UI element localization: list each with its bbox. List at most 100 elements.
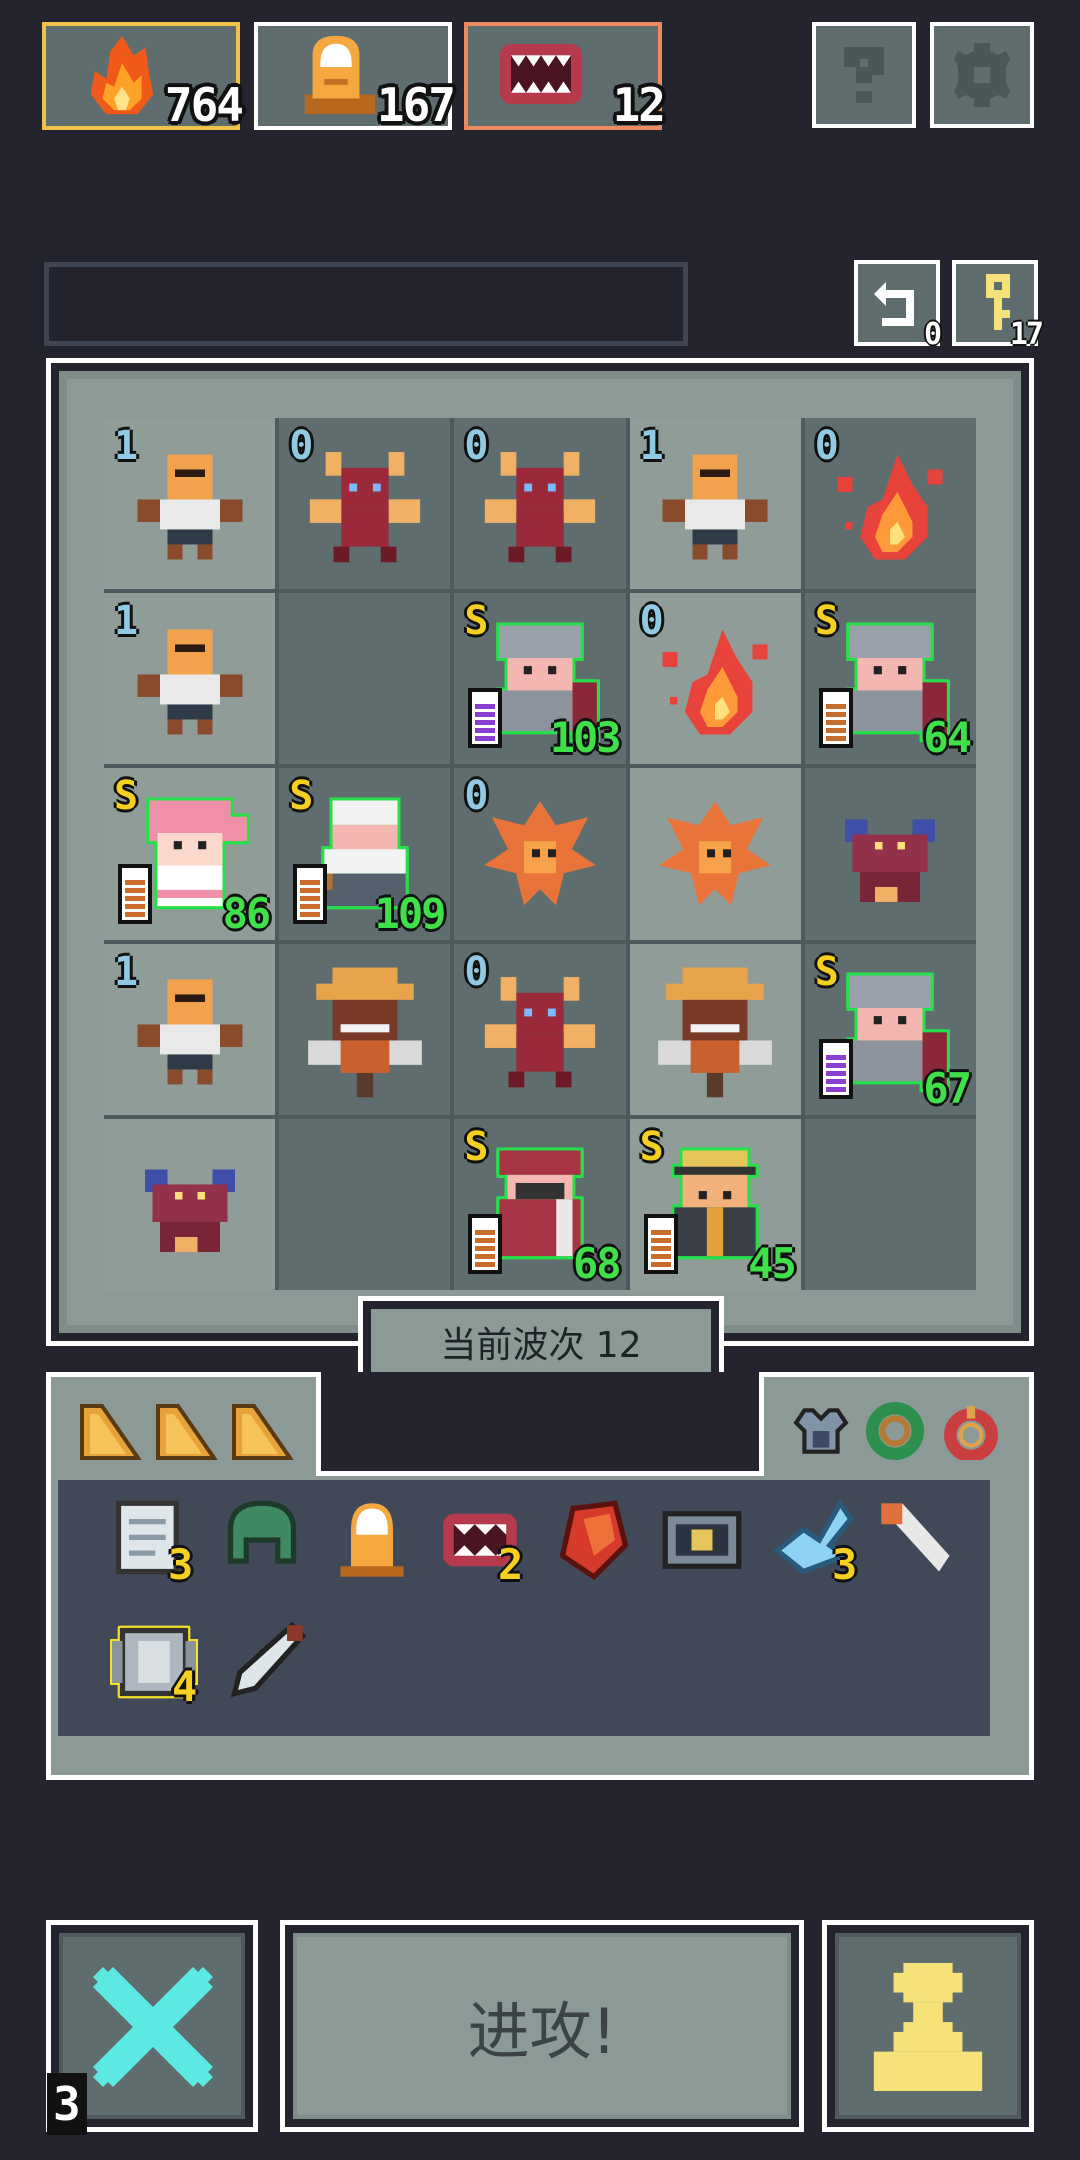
red-gem-icon[interactable] — [552, 1498, 636, 1582]
cancel-count: 3 — [47, 2073, 87, 2135]
blade-icon[interactable] — [224, 1620, 308, 1704]
undo-icon — [874, 282, 914, 326]
unit-level: 1 — [114, 948, 139, 995]
unit-hp: 68 — [573, 1238, 622, 1288]
grid-cell-old-chef[interactable]: S 109 — [279, 768, 451, 940]
grid-cell-helmet-knight[interactable]: S 103 — [454, 593, 626, 765]
help-button[interactable] — [812, 22, 916, 128]
grid-cell-flame-bird[interactable]: 0 — [454, 768, 626, 940]
unit-hp: 64 — [923, 713, 972, 763]
unit-level: 1 — [114, 423, 139, 469]
red-ring-icon[interactable] — [942, 1402, 1000, 1460]
crossed-swords-icon — [93, 1967, 213, 2087]
grid-cell-helmet-knight[interactable]: S 64 — [804, 593, 976, 765]
unit-hp: 86 — [222, 888, 272, 938]
grid-cell-empty[interactable] — [804, 1118, 976, 1290]
grid-cell-flame-bird[interactable] — [629, 768, 801, 940]
finger-icon[interactable] — [330, 1498, 414, 1582]
resource-finger: 167 — [254, 22, 456, 132]
fire-spirit-sprite — [655, 622, 775, 746]
inventory-notch — [316, 1372, 764, 1476]
grid-cell-horned-imp[interactable]: 0 — [454, 943, 626, 1115]
cheese-icon[interactable] — [154, 1402, 218, 1466]
grid-cell-fire-spirit[interactable]: 0 — [629, 593, 801, 765]
unit-level: S — [289, 773, 314, 820]
cheese-icon[interactable] — [78, 1402, 142, 1466]
unit-level: 1 — [639, 423, 664, 469]
cancel-button[interactable]: 3 — [46, 1920, 258, 2135]
energy-bar — [818, 1038, 853, 1099]
chest-icon[interactable] — [660, 1498, 744, 1582]
energy-bar — [293, 863, 328, 924]
grid-cell-pink-girl[interactable]: S 86 — [104, 768, 276, 940]
unit-level: 0 — [464, 773, 489, 820]
grid-cell-bald-brute[interactable]: 1 — [104, 593, 276, 765]
unit-level: 0 — [289, 423, 314, 469]
unit-level: S — [814, 598, 839, 645]
bald-brute-sprite — [130, 447, 250, 571]
finger-count: 167 — [376, 78, 456, 132]
horned-imp-sprite — [302, 444, 428, 574]
red-goblin-sprite — [830, 797, 950, 921]
armor-icon[interactable] — [792, 1402, 850, 1460]
flame-bird-sprite — [651, 793, 779, 925]
fire-count: 764 — [164, 78, 244, 132]
undo-button[interactable]: 0 — [854, 260, 942, 352]
fire-icon — [90, 35, 154, 115]
energy-bar — [818, 688, 853, 749]
grid-cell-fire-spirit[interactable]: 0 — [804, 418, 976, 590]
item-count: 2 — [498, 1540, 524, 1589]
energy-bar — [643, 1213, 678, 1274]
tooth-dagger-icon[interactable] — [876, 1498, 960, 1582]
grid-cell-bald-brute[interactable]: 1 — [104, 418, 276, 590]
cheese-icon[interactable] — [230, 1402, 294, 1466]
grid-cell-helmet-knight[interactable]: S 67 — [804, 943, 976, 1115]
grid-cell-empty[interactable] — [279, 1118, 451, 1290]
bald-brute-sprite — [130, 622, 250, 746]
unit-level: 0 — [464, 423, 489, 469]
grid-cell-bald-brute[interactable]: 1 — [629, 418, 801, 590]
gear-icon — [954, 43, 1010, 107]
unit-level: S — [639, 1123, 664, 1170]
horned-imp-sprite — [477, 444, 603, 574]
grid-cell-red-goblin[interactable] — [104, 1118, 276, 1290]
horned-imp-sprite — [477, 969, 603, 1099]
mouth-count: 12 — [612, 78, 666, 132]
grid-cell-capped-guard[interactable]: S 45 — [629, 1118, 801, 1290]
energy-bar — [468, 688, 503, 749]
key-button[interactable]: 17 — [952, 260, 1044, 352]
grid-cell-bald-brute[interactable]: 1 — [104, 943, 276, 1115]
item-count: 3 — [168, 1540, 194, 1589]
grid-cell-horned-imp[interactable]: 0 — [279, 418, 451, 590]
attack-button[interactable]: 进攻! — [280, 1920, 804, 2132]
resource-fire: 764 — [42, 22, 244, 132]
grid-cell-scarecrow[interactable] — [279, 943, 451, 1115]
grid-cell-empty[interactable] — [279, 593, 451, 765]
settings-button[interactable] — [930, 22, 1034, 128]
scarecrow-sprite — [650, 967, 780, 1102]
energy-bar — [468, 1213, 503, 1274]
bald-brute-sprite — [655, 447, 775, 571]
unit-hp: 45 — [748, 1238, 797, 1288]
item-count: 3 — [832, 1540, 858, 1589]
message-bar — [44, 262, 688, 346]
grid-cell-scarecrow[interactable] — [629, 943, 801, 1115]
green-ring-icon[interactable] — [866, 1402, 924, 1460]
unit-level: S — [114, 773, 139, 820]
grid-cell-horned-imp[interactable]: 0 — [454, 418, 626, 590]
pawn-icon — [873, 1963, 983, 2091]
grid-cell-red-mage[interactable]: S 68 — [454, 1118, 626, 1290]
undo-count: 0 — [923, 317, 942, 352]
unit-level: S — [464, 1123, 489, 1170]
flame-bird-sprite — [476, 793, 604, 925]
item-count: 4 — [172, 1662, 198, 1711]
question-icon — [844, 47, 884, 103]
bald-brute-sprite — [130, 972, 250, 1096]
grid-cell-red-goblin[interactable] — [804, 768, 976, 940]
unit-level: 1 — [114, 598, 139, 645]
pawn-button[interactable] — [822, 1920, 1034, 2132]
unit-hp: 103 — [549, 713, 622, 763]
unit-level: 0 — [639, 598, 664, 645]
green-helmet-icon[interactable] — [220, 1498, 304, 1582]
fire-spirit-sprite — [830, 447, 950, 571]
